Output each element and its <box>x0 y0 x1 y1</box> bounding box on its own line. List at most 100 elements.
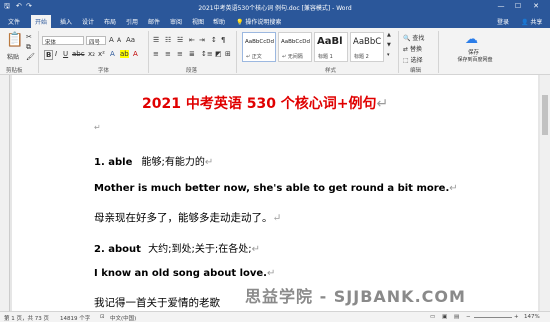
replace-button[interactable]: ⇄ 替换 <box>403 44 422 53</box>
share-button[interactable]: 👤 共享 <box>521 17 542 26</box>
align-left-icon[interactable]: ≡ <box>153 50 159 58</box>
language-indicator[interactable]: 中文(中国) <box>110 314 136 322</box>
select-icon: ⬚ <box>403 57 409 64</box>
tell-me-search[interactable]: 💡 操作说明搜索 <box>236 17 281 26</box>
paragraph-mark-icon: ↵ <box>449 183 458 194</box>
select-label: 选择 <box>410 57 423 64</box>
strikethrough-icon[interactable]: abc <box>72 50 85 58</box>
ribbon-home: 📋 粘贴 ✂ ⧉ 🖌 剪贴板 宋体 四号 A A Aa B I U abc x₂… <box>0 28 550 75</box>
word-entry-1: 1. able 能够;有能力的↵ <box>94 153 213 168</box>
print-layout-icon[interactable]: ▣ <box>442 314 447 320</box>
tell-me-label: 操作说明搜索 <box>245 19 282 26</box>
shading-icon[interactable]: ◩ <box>215 50 222 58</box>
style-heading-2[interactable]: AaBbC 标题 2 <box>350 32 384 62</box>
example-2-english-text: I know an old song about love. <box>94 268 267 279</box>
tab-file[interactable]: 文件 <box>8 17 20 26</box>
paragraph-mark-icon: ↵ <box>376 96 389 112</box>
vertical-scrollbar[interactable] <box>540 75 550 311</box>
word-entry-2: 2. about 大约;到处;关于;在各处;↵ <box>94 240 260 255</box>
show-marks-icon[interactable]: ¶ <box>221 36 225 44</box>
separator <box>148 31 149 73</box>
select-button[interactable]: ⬚ 选择 <box>403 55 423 64</box>
tab-home[interactable]: 开始 <box>31 15 52 28</box>
text-effects-icon[interactable]: A <box>110 50 115 58</box>
styles-group-label: 样式 <box>325 68 337 74</box>
justify-icon[interactable]: ≣ <box>189 50 195 58</box>
style-no-spacing[interactable]: AaBbCcDd ↵ 无间隔 <box>278 32 312 62</box>
zoom-slider[interactable] <box>474 317 512 318</box>
minimize-button[interactable]: — <box>495 2 507 10</box>
replace-icon: ⇄ <box>403 46 409 53</box>
paste-icon[interactable]: 📋 <box>6 32 23 48</box>
underline-icon[interactable]: U <box>63 50 68 58</box>
document-page[interactable]: 2021 中考英语 530 个核心词+例句↵ ↵ 1. able 能够;有能力的… <box>12 75 538 311</box>
grow-font-icon[interactable]: A <box>109 36 114 44</box>
font-name-select[interactable]: 宋体 <box>42 36 84 46</box>
bold-icon[interactable]: B <box>44 50 54 60</box>
align-right-icon[interactable]: ≡ <box>177 50 183 58</box>
style-heading-2-preview: AaBbC <box>353 37 382 47</box>
tab-layout[interactable]: 布局 <box>104 17 116 26</box>
increase-indent-icon[interactable]: ⇥ <box>199 36 205 44</box>
format-painter-icon[interactable]: 🖌 <box>26 53 35 61</box>
tab-view[interactable]: 视图 <box>192 17 204 26</box>
styles-more-icon[interactable]: ▾ <box>387 52 390 58</box>
example-1-chinese-text: 母亲现在好多了，能够多走动走动了。 <box>94 212 273 224</box>
status-bar: 第 1 页，共 73 页 14819 个字 ⊡ 中文(中国) ▭ ▣ ▤ − +… <box>0 311 550 322</box>
copy-icon[interactable]: ⧉ <box>26 43 31 52</box>
word-1-meaning: 能够;有能力的 <box>141 157 205 168</box>
numbering-icon[interactable]: ☷ <box>165 36 171 44</box>
change-case-icon[interactable]: Aa <box>126 36 135 44</box>
styles-scroll-down-icon[interactable]: ▼ <box>387 42 391 48</box>
scrollbar-thumb[interactable] <box>542 95 548 135</box>
highlight-icon[interactable]: ab <box>120 50 129 58</box>
decrease-indent-icon[interactable]: ⇤ <box>189 36 195 44</box>
paragraph-mark-icon: ↵ <box>94 123 101 132</box>
maximize-button[interactable]: ☐ <box>512 2 524 10</box>
save-to-baidu-label[interactable]: 保存 <box>468 48 479 56</box>
font-color-icon[interactable]: A <box>133 50 138 58</box>
read-mode-icon[interactable]: ▭ <box>430 314 435 320</box>
multilevel-list-icon[interactable]: ☱ <box>177 36 183 44</box>
zoom-level[interactable]: 147% <box>524 314 540 320</box>
separator <box>236 31 237 73</box>
cut-icon[interactable]: ✂ <box>26 33 32 41</box>
sort-icon[interactable]: ↕ <box>211 36 217 44</box>
editing-group-label: 编辑 <box>410 68 422 74</box>
word-count[interactable]: 14819 个字 <box>60 314 90 322</box>
close-button[interactable]: ✕ <box>530 2 542 10</box>
web-layout-icon[interactable]: ▤ <box>454 314 459 320</box>
login-link[interactable]: 登录 <box>497 17 509 26</box>
save-to-baidu-sub[interactable]: 保存到百度网盘 <box>455 56 495 63</box>
zoom-in-icon[interactable]: + <box>514 314 519 320</box>
proofing-icon[interactable]: ⊡ <box>100 314 105 320</box>
italic-icon[interactable]: I <box>55 50 57 58</box>
tab-references[interactable]: 引用 <box>126 17 138 26</box>
baidu-cloud-icon[interactable]: ☁ <box>465 32 478 47</box>
line-spacing-icon[interactable]: ↕≡ <box>201 50 213 58</box>
font-size-select[interactable]: 四号 <box>86 36 106 46</box>
superscript-icon[interactable]: x² <box>98 50 105 58</box>
style-heading-1[interactable]: AaBl 标题 1 <box>314 32 348 62</box>
styles-scroll-up-icon[interactable]: ▲ <box>387 32 391 38</box>
bullets-icon[interactable]: ☰ <box>153 36 159 44</box>
tab-design[interactable]: 设计 <box>82 17 94 26</box>
zoom-out-icon[interactable]: − <box>466 314 471 320</box>
window-title: 2021中考英语530个核心词 例句.doc [兼容模式] - Word <box>198 5 352 12</box>
tab-review[interactable]: 审阅 <box>170 17 182 26</box>
page-count[interactable]: 第 1 页，共 73 页 <box>4 314 49 322</box>
tab-help[interactable]: 帮助 <box>213 17 225 26</box>
shrink-font-icon[interactable]: A <box>117 37 121 44</box>
find-button[interactable]: 🔍 查找 <box>403 33 424 42</box>
find-icon: 🔍 <box>403 35 411 42</box>
align-center-icon[interactable]: ≡ <box>165 50 171 58</box>
tab-mailings[interactable]: 邮件 <box>148 17 160 26</box>
subscript-icon[interactable]: x₂ <box>88 50 95 58</box>
borders-icon[interactable]: ⊞ <box>225 50 231 58</box>
style-no-spacing-name: ↵ 无间隔 <box>282 54 303 60</box>
tab-insert[interactable]: 插入 <box>60 17 72 26</box>
font-size-value: 四号 <box>89 40 101 46</box>
font-name-value: 宋体 <box>45 40 57 46</box>
style-normal[interactable]: AaBbCcDd ↵ 正文 <box>242 32 276 62</box>
paste-label[interactable]: 粘贴 <box>7 52 19 61</box>
